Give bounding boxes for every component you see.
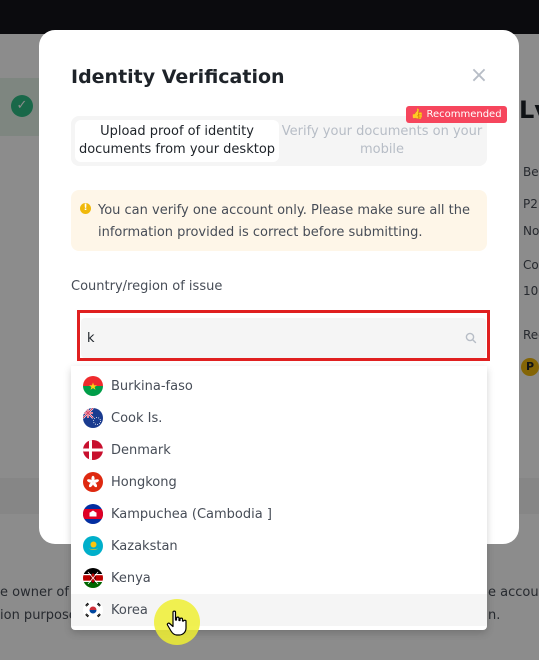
dropdown-option[interactable]: Cook Is.: [71, 402, 487, 434]
option-label: Cook Is.: [111, 410, 163, 426]
notice-box: ! You can verify one account only. Pleas…: [71, 190, 487, 251]
option-label: Kenya: [111, 570, 151, 586]
dropdown-option[interactable]: Denmark: [71, 434, 487, 466]
close-icon: ×: [469, 63, 489, 88]
close-button[interactable]: ×: [469, 63, 489, 88]
warning-icon: !: [80, 203, 91, 214]
tab-upload-desktop[interactable]: Upload proof of identity documents from …: [75, 120, 279, 162]
thumbs-up-icon: 👍: [411, 109, 424, 120]
korea-flag-icon: [83, 600, 103, 620]
burkina-faso-flag-icon: [83, 376, 103, 396]
option-label: Hongkong: [111, 474, 177, 490]
option-label: Burkina-faso: [111, 378, 193, 394]
country-field-label: Country/region of issue: [71, 279, 223, 294]
cook-islands-flag-icon: [83, 408, 103, 428]
cambodia-flag-icon: [83, 504, 103, 524]
option-label: Korea: [111, 602, 148, 618]
tab-verify-mobile[interactable]: Verify your documents on your mobile: [281, 120, 483, 162]
recommended-label: Recommended: [426, 109, 502, 120]
notice-text: You can verify one account only. Please …: [98, 203, 471, 240]
denmark-flag-icon: [83, 440, 103, 460]
option-label: Denmark: [111, 442, 171, 458]
hand-pointer-icon: [166, 610, 187, 636]
kazakhstan-flag-icon: [83, 536, 103, 556]
option-label: Kampuchea (Cambodia ]: [111, 506, 272, 522]
dropdown-option[interactable]: Kampuchea (Cambodia ]: [71, 498, 487, 530]
search-icon: [465, 332, 477, 344]
dropdown-option[interactable]: Hongkong: [71, 466, 487, 498]
recommended-badge: 👍 Recommended: [406, 106, 507, 123]
dropdown-option[interactable]: Burkina-faso: [71, 370, 487, 402]
option-label: Kazakstan: [111, 538, 178, 554]
dropdown-option[interactable]: Kazakstan: [71, 530, 487, 562]
country-search-input[interactable]: [81, 318, 486, 358]
kenya-flag-icon: [83, 568, 103, 588]
dropdown-option[interactable]: Kenya: [71, 562, 487, 594]
verification-method-tabs: Upload proof of identity documents from …: [71, 116, 487, 166]
modal-title: Identity Verification: [71, 66, 285, 88]
hongkong-flag-icon: [83, 472, 103, 492]
country-dropdown: Burkina-faso Cook Is. Denmark Hongkong K…: [71, 366, 487, 630]
dropdown-option-hovered[interactable]: Korea: [71, 594, 487, 626]
